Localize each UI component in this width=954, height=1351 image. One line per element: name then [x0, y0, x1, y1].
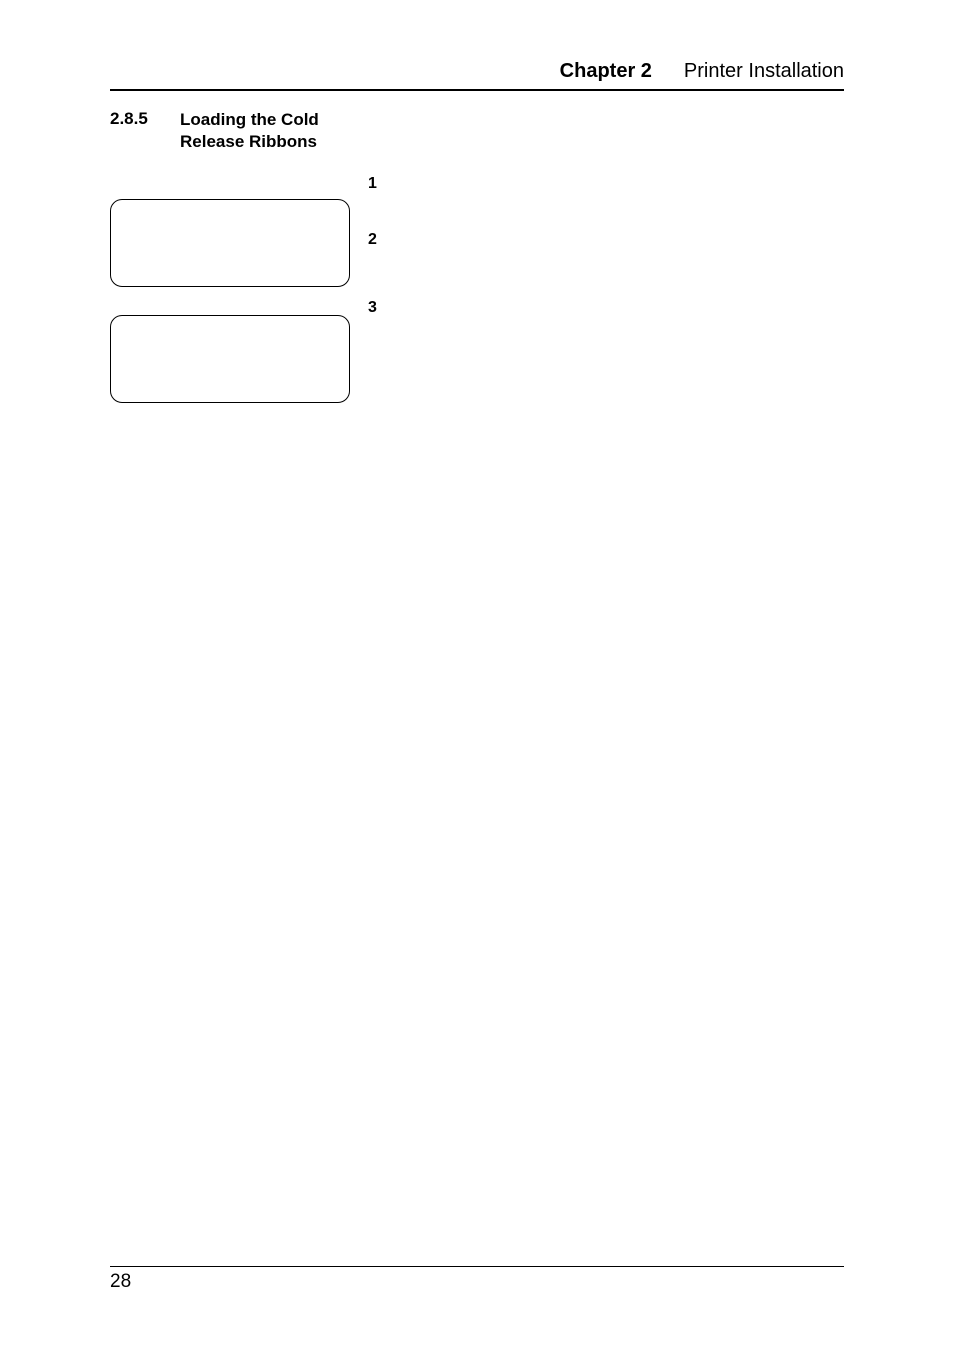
section-number: 2.8.5	[110, 109, 160, 129]
figure-placeholder-1	[110, 199, 350, 287]
page-footer: 28	[110, 1266, 844, 1293]
steps-area: 1 2 3	[110, 171, 844, 451]
footer-rule	[110, 1266, 844, 1267]
document-page: Chapter 2 Printer Installation 2.8.5 Loa…	[0, 0, 954, 1351]
page-number: 28	[110, 1271, 844, 1293]
chapter-label: Chapter 2	[560, 60, 652, 83]
section-title: Loading the Cold Release Ribbons	[180, 109, 370, 153]
page-header: Chapter 2 Printer Installation	[110, 60, 844, 91]
step-number-3: 3	[368, 299, 377, 317]
step-number-1: 1	[368, 175, 377, 193]
step-number-2: 2	[368, 231, 377, 249]
figure-placeholder-2	[110, 315, 350, 403]
chapter-title: Printer Installation	[684, 60, 844, 83]
section-heading: 2.8.5 Loading the Cold Release Ribbons	[110, 109, 844, 153]
